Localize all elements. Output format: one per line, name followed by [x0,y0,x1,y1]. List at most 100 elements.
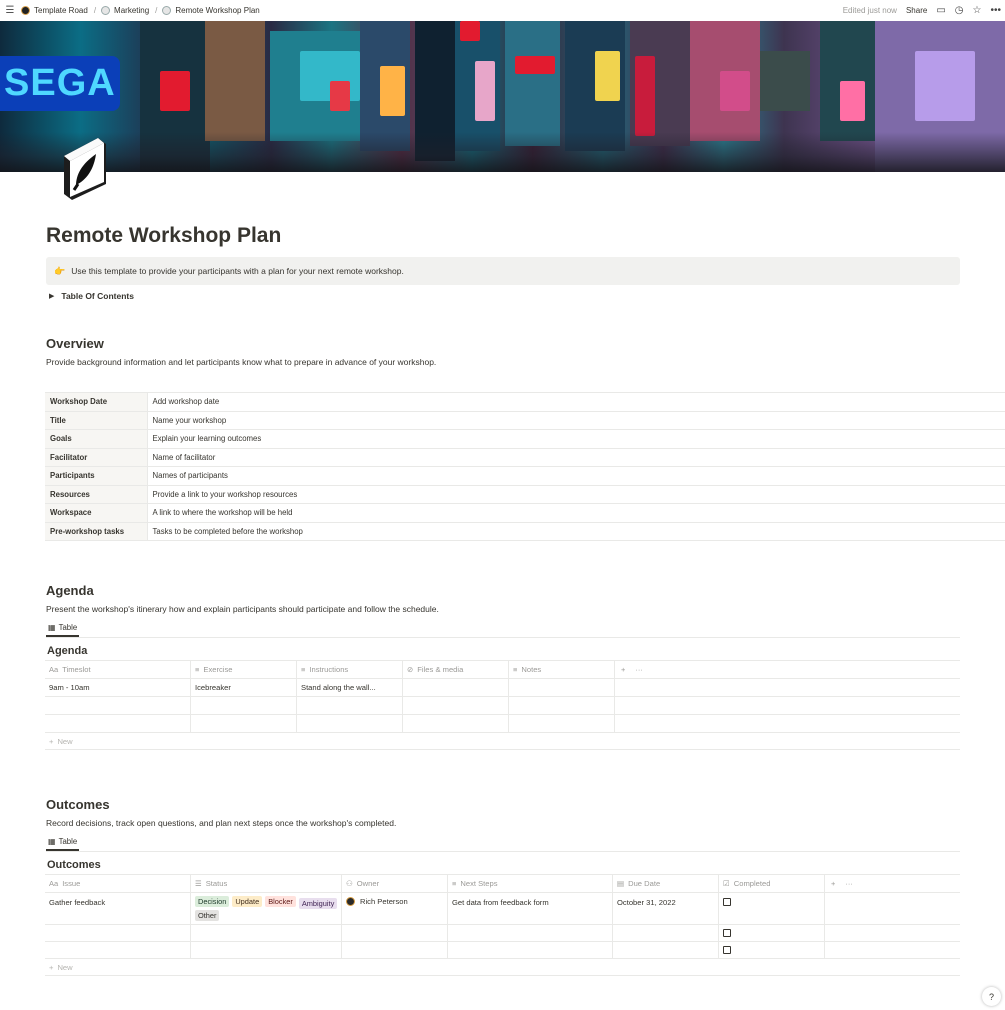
row-key: Title [45,410,148,430]
table-row[interactable] [45,697,960,715]
add-property-icon[interactable]: + [831,879,835,888]
status-badge: Blocker [265,896,296,907]
table-row: Facilitator Name of facilitator [45,447,1005,467]
cell-instructions[interactable]: Stand along the wall... [297,679,403,696]
cell-next-steps[interactable]: Get data from feedback form [448,893,613,924]
new-row-button[interactable]: + New [45,959,960,976]
cell-completed [719,893,825,924]
share-button[interactable]: Share [906,6,927,15]
row-value[interactable]: Explain your learning outcomes [147,429,1005,449]
column-header-files[interactable]: ⊘ Files & media [403,661,509,678]
cover-sign: SEGA [0,56,120,111]
row-value[interactable]: Name of facilitator [147,447,1005,467]
row-value[interactable]: A link to where the workshop will be hel… [147,503,1005,523]
cell-notes[interactable] [509,679,615,696]
cover-image[interactable]: SEGA [0,21,1005,172]
column-header-owner[interactable]: ⚇ Owner [342,875,448,892]
column-header-issue[interactable]: Aa Issue [45,875,191,892]
overview-description: Provide background information and let p… [46,357,437,367]
text-lines-icon: ≡ [195,665,200,674]
new-row-button[interactable]: + New [45,733,960,750]
row-key: Goals [45,429,148,449]
outcomes-database: Aa Issue ☰ Status ⚇ Owner ≡ Next Steps ▤ Due … [45,874,960,976]
row-key: Workspace [45,503,148,523]
more-icon[interactable]: ••• [990,5,1001,16]
breadcrumb-separator: / [155,5,158,15]
star-icon[interactable]: ☆ [973,5,982,16]
text-property-icon: Aa [49,665,59,674]
row-value[interactable]: Name your workshop [147,410,1005,430]
status-badge: Ambiguity [298,897,338,909]
page-title[interactable]: Remote Workshop Plan [46,224,281,248]
plus-icon: + [49,736,54,746]
table-row[interactable] [45,925,960,942]
table-row: Goals Explain your learning outcomes [45,429,1005,449]
table-row[interactable]: 9am - 10am Icebreaker Stand along the wa… [45,679,960,697]
row-value[interactable]: Provide a link to your workshop resource… [147,484,1005,504]
status-badge: Update [232,896,263,907]
marketing-page-icon [101,5,111,15]
breadcrumb-item-current[interactable]: Remote Workshop Plan [175,6,259,15]
cell-due-date[interactable]: October 31, 2022 [613,893,719,924]
more-icon[interactable]: ··· [635,665,643,674]
avatar [346,897,355,906]
cell-completed [719,942,825,958]
add-property-icon[interactable]: + [621,665,625,674]
table-row[interactable] [45,942,960,959]
cell-timeslot[interactable]: 9am - 10am [45,679,191,696]
column-header-status[interactable]: ☰ Status [191,875,342,892]
column-header-timeslot[interactable]: Aa Timeslot [45,661,191,678]
row-key: Resources [45,484,148,504]
checkbox[interactable] [723,929,731,937]
comment-icon[interactable]: ▭ [936,5,945,16]
row-value[interactable]: Add workshop date [147,392,1005,412]
breadcrumb-item-marketing[interactable]: Marketing [114,6,149,15]
breadcrumb-item-template-road[interactable]: Template Road [34,6,88,15]
row-value[interactable]: Tasks to be completed before the worksho… [147,521,1005,541]
checkbox[interactable] [723,946,731,954]
text-lines-icon: ≡ [452,879,457,888]
cell-owner[interactable]: Rich Peterson [342,893,448,924]
column-header-exercise[interactable]: ≡ Exercise [191,661,297,678]
more-icon[interactable]: ··· [845,879,853,888]
list-icon: ☰ [195,879,202,888]
tab-table[interactable]: ▦ Table [46,623,80,637]
column-header-next-steps[interactable]: ≡ Next Steps [448,875,613,892]
table-of-contents-toggle[interactable]: ▶ Table Of Contents [49,291,134,301]
plus-icon: + [49,962,54,972]
checkbox-icon: ☑ [723,879,730,888]
agenda-database: Aa Timeslot ≡ Exercise ≡ Instructions ⊘ File… [45,660,960,750]
tab-table[interactable]: ▦ Table [46,837,80,851]
status-badge: Other [195,910,220,921]
cell-issue[interactable]: Gather feedback [45,893,191,924]
row-value[interactable]: Names of participants [147,466,1005,486]
clock-icon[interactable]: ◷ [955,5,964,16]
column-header-completed[interactable]: ☑ Completed [719,875,825,892]
table-row: Pre-workshop tasks Tasks to be completed … [45,521,1005,541]
table-row[interactable] [45,715,960,733]
header-row: Aa Issue ☰ Status ⚇ Owner ≡ Next Steps ▤ Due … [45,874,960,893]
column-header-notes[interactable]: ≡ Notes [509,661,615,678]
callout: 👉 Use this template to provide your part… [46,257,960,285]
column-header-instructions[interactable]: ≡ Instructions [297,661,403,678]
table-row: Participants Names of participants [45,466,1005,486]
column-header-due-date[interactable]: ▤ Due Date [613,875,719,892]
outcomes-description: Record decisions, track open questions, … [46,818,397,828]
page-icon-small [162,5,172,15]
cell-files[interactable] [403,679,509,696]
help-button[interactable]: ? [982,987,1001,1006]
triangle-right-icon[interactable]: ▶ [49,292,54,300]
database-title[interactable]: Outcomes [47,859,101,871]
table-row: Title Name your workshop [45,410,1005,430]
checkbox[interactable] [723,898,731,906]
database-title[interactable]: Agenda [47,645,87,657]
table-row: Workspace A link to where the workshop wi… [45,503,1005,523]
text-property-icon: Aa [49,879,59,888]
cell-exercise[interactable]: Icebreaker [191,679,297,696]
menu-icon[interactable]: ☰ [3,5,17,16]
page-icon[interactable] [58,134,110,200]
top-bar: ☰ Template Road / Marketing / Remote Wor… [0,0,1005,20]
cell-status[interactable]: Decision Update Blocker Ambiguity Other [191,893,342,924]
table-row[interactable]: Gather feedback Decision Update Blocker … [45,893,960,925]
cell-completed [719,925,825,941]
